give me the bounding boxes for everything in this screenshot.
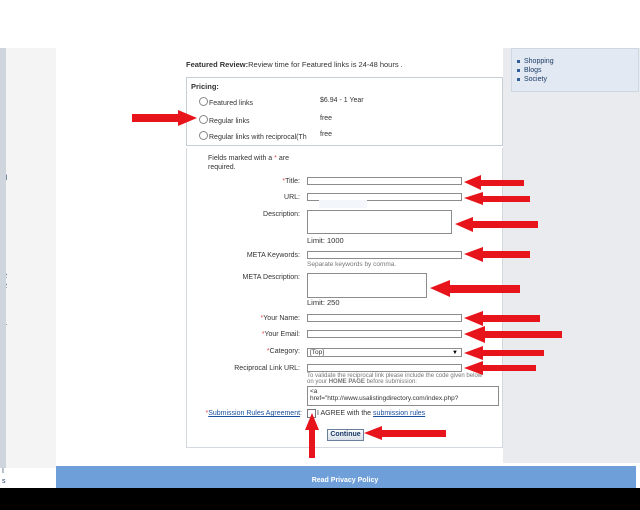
- red-arrow-icon: [464, 311, 540, 326]
- red-arrow-icon: [464, 361, 536, 375]
- red-arrow-icon: [464, 346, 544, 360]
- red-arrow-icon: [132, 110, 197, 126]
- red-arrow-icon: [464, 175, 524, 190]
- red-arrow-icon: [464, 247, 530, 262]
- red-arrow-icon: [464, 192, 530, 205]
- red-arrow-icon: [305, 413, 319, 458]
- red-arrow-icon: [364, 426, 446, 440]
- red-arrow-icon: [455, 217, 538, 232]
- red-arrow-icon: [464, 326, 562, 343]
- red-arrow-icon: [430, 280, 520, 297]
- annotation-arrows: [132, 110, 562, 458]
